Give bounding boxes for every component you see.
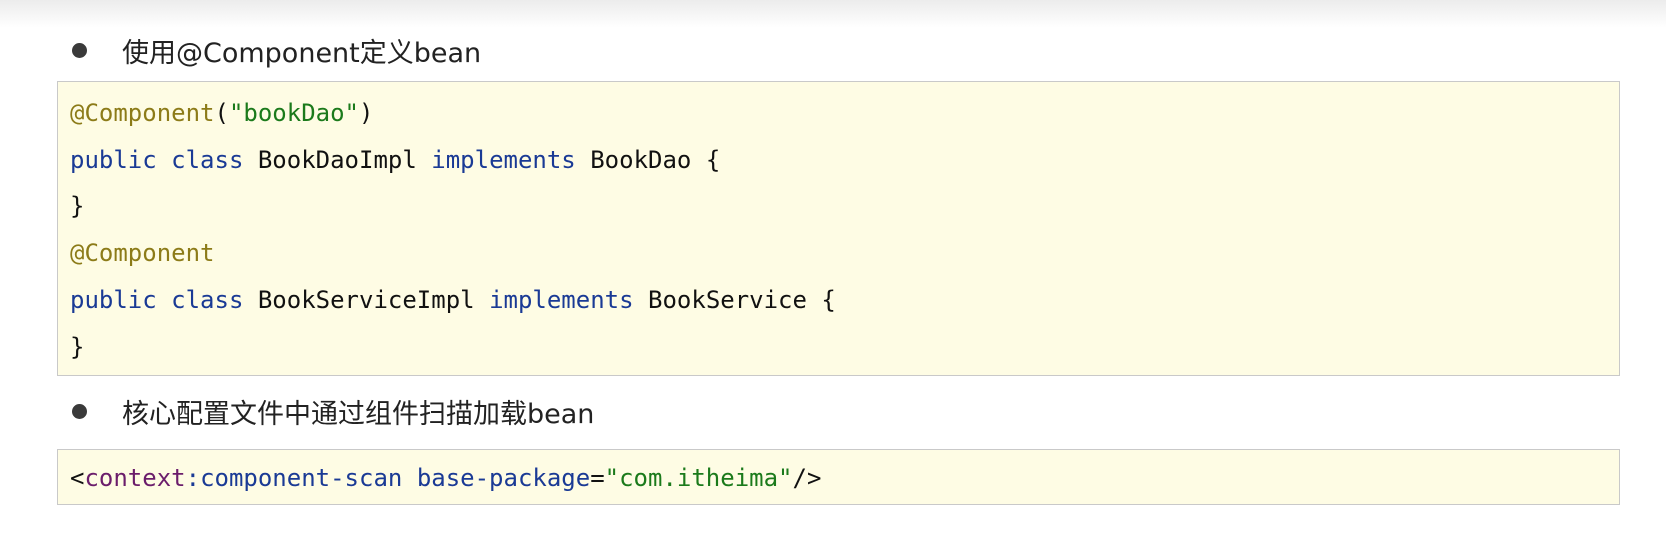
code-line-2: public class BookDaoImpl implements Book… [70,145,720,175]
code-line-1: @Component("bookDao") [70,98,373,128]
keyword-token: public [70,286,157,314]
code-line-5: public class BookServiceImpl implements … [70,285,836,315]
annotation-token: @Component [70,99,215,127]
xml-value-token: "com.itheima" [604,464,793,492]
xml-bracket-token: < [70,464,85,492]
code-line-6: } [70,332,84,362]
paren-token: ( [214,99,229,127]
keyword-token: implements [431,146,576,174]
keyword-token: implements [489,286,634,314]
keyword-token: class [171,146,244,174]
bullet-text: 使用@Component定义bean [122,37,482,69]
keyword-token: class [171,286,244,314]
string-token: "bookDao" [228,99,359,127]
xml-end-token: /> [792,464,822,492]
bullet-text: 核心配置文件中通过组件扫描加载bean [122,398,595,430]
paren-token: ) [359,99,374,127]
xml-attribute-token: base-package [416,464,591,492]
xml-colon-token: : [185,464,201,492]
class-name-token: BookDaoImpl [257,146,417,174]
code-line-3: } [70,191,84,221]
bullet-dot-icon [72,42,87,58]
interface-name-token: BookService [648,286,807,314]
annotation-token: @Component [70,239,215,267]
bullet-dot-icon [72,403,87,419]
brace-token: { [821,286,836,314]
xml-equals-token: = [590,464,605,492]
top-shade [0,0,1666,28]
code-line-xml: <context:component-scan base-package="co… [70,463,821,493]
xml-element-token: component-scan [200,464,403,492]
keyword-token: public [70,146,157,174]
class-name-token: BookServiceImpl [257,286,475,314]
brace-token: } [70,192,85,220]
brace-token: { [705,146,721,174]
interface-name-token: BookDao [590,146,692,174]
code-block-component: @Component("bookDao") public class BookD… [57,81,1620,376]
code-line-4: @Component [70,238,215,268]
code-block-xml: <context:component-scan base-package="co… [57,449,1620,505]
xml-prefix-token: context [84,464,186,492]
brace-token: } [70,333,85,361]
